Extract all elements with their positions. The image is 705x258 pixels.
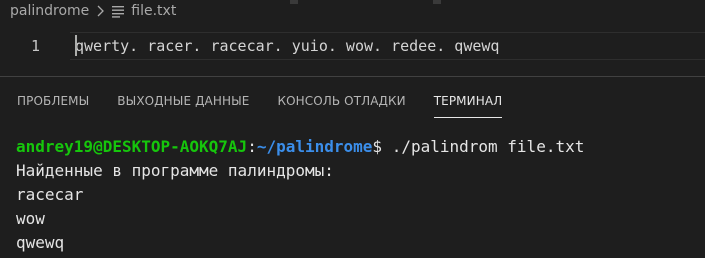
- prompt-user-host: andrey19@DESKTOP-AOKQ7AJ: [16, 137, 248, 156]
- terminal-output-line: wow: [16, 209, 45, 228]
- breadcrumb: palindrome file.txt: [0, 0, 705, 22]
- prompt-path: ~/palindrome: [256, 137, 373, 156]
- breadcrumb-folder[interactable]: palindrome: [0, 3, 89, 19]
- prompt-command: ./palindrom file.txt: [382, 137, 585, 156]
- scroll-indicator: [290, 0, 298, 4]
- line-number: 1: [31, 37, 41, 55]
- scroll-indicator: [433, 0, 441, 4]
- breadcrumb-file-label: file.txt: [131, 3, 177, 19]
- prompt-colon: :: [247, 137, 257, 156]
- panel-divider: [0, 76, 705, 77]
- terminal-output-line: qwewq: [16, 233, 65, 252]
- editor-line[interactable]: 1 qwerty. racer. racecar. yuio. wow. red…: [0, 32, 705, 60]
- text-cursor: [75, 35, 77, 56]
- terminal-output[interactable]: andrey19@DESKTOP-AOKQ7AJ:~/palindrome$ .…: [16, 135, 584, 255]
- chevron-right-icon: [97, 5, 105, 17]
- panel-tabs: ПРОБЛЕМЫ ВЫХОДНЫЕ ДАННЫЕ КОНСОЛЬ ОТЛАДКИ…: [0, 88, 530, 118]
- file-text-icon: [111, 4, 125, 18]
- terminal-prompt-line: andrey19@DESKTOP-AOKQ7AJ:~/palindrome$ .…: [16, 135, 584, 159]
- terminal-output-line: Найденные в программе палиндромы:: [16, 161, 334, 180]
- tab-debug-console[interactable]: КОНСОЛЬ ОТЛАДКИ: [277, 88, 405, 118]
- tab-problems[interactable]: ПРОБЛЕМЫ: [17, 88, 89, 118]
- tab-terminal[interactable]: ТЕРМИНАЛ: [433, 88, 503, 118]
- terminal-output-line: racecar: [16, 185, 84, 204]
- prompt-symbol: $: [372, 137, 383, 156]
- code-text[interactable]: qwerty. racer. racecar. yuio. wow. redee…: [75, 37, 499, 55]
- tab-output[interactable]: ВЫХОДНЫЕ ДАННЫЕ: [117, 88, 249, 118]
- breadcrumb-file[interactable]: file.txt: [111, 3, 176, 19]
